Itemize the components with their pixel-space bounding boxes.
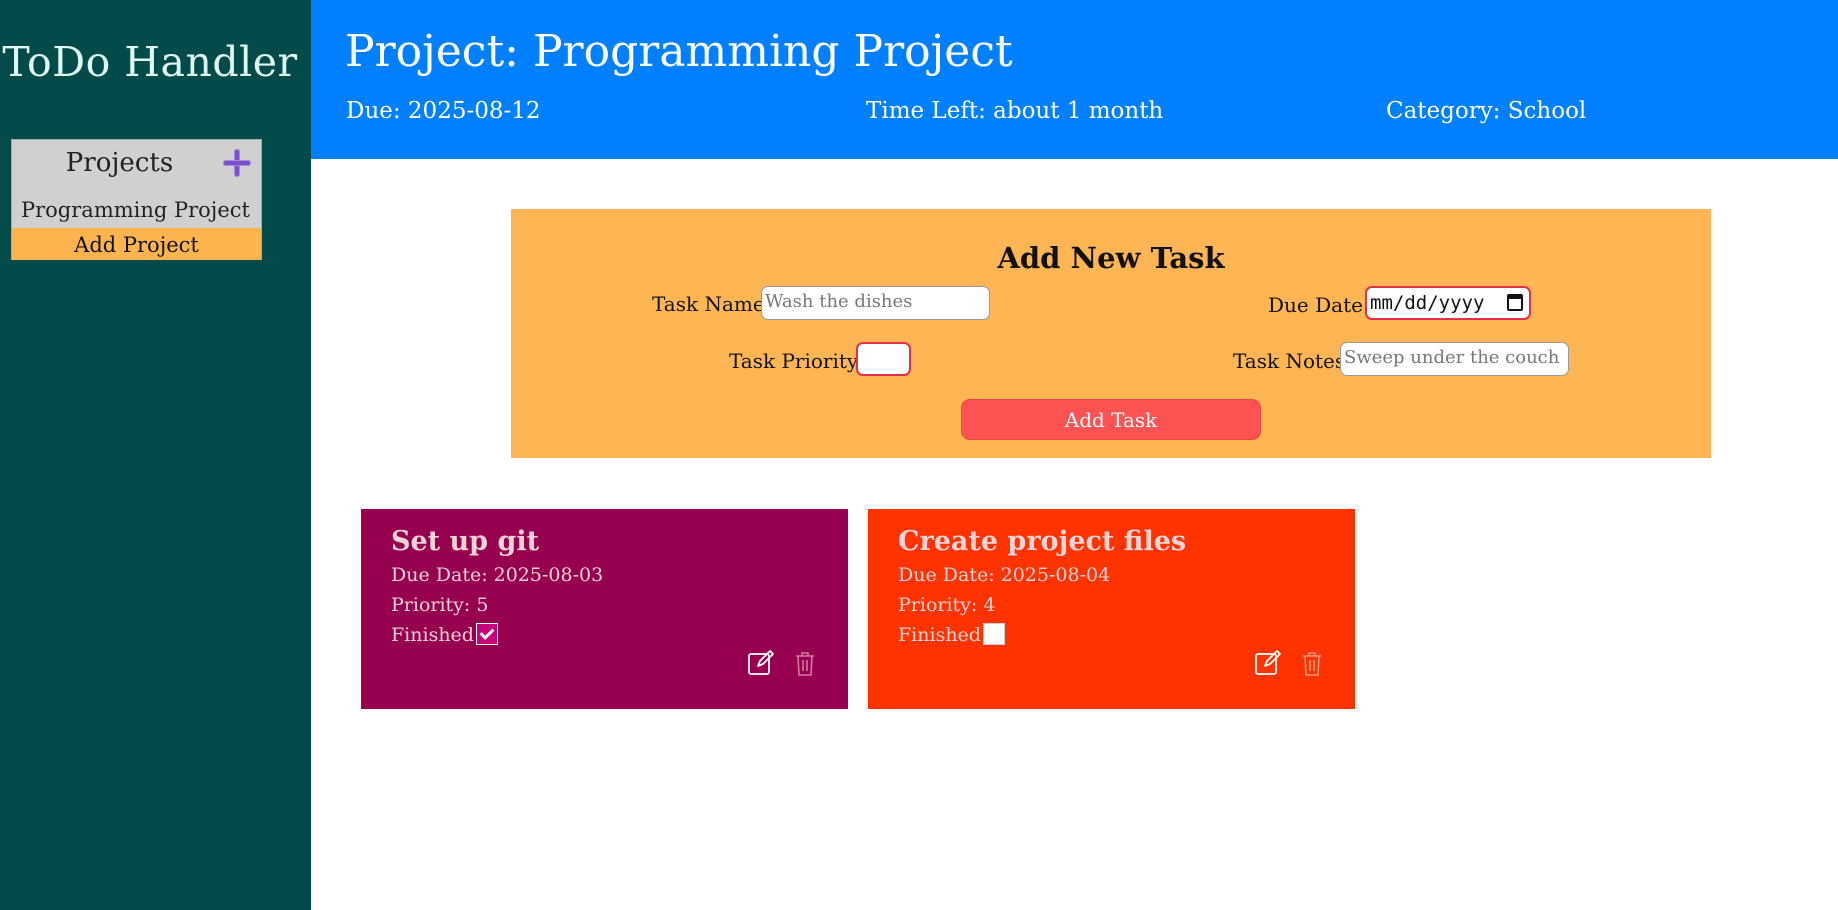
project-header: Project: Programming Project Due: 2025-0… <box>311 0 1838 159</box>
project-time-left: Time Left: about 1 month <box>866 98 1164 124</box>
task-name-input[interactable]: Wash the dishes <box>761 286 990 320</box>
task-priority-label: Task Priority: <box>729 349 865 373</box>
add-task-form: Add New Task Task Name: Wash the dishes … <box>511 209 1711 458</box>
calendar-icon[interactable] <box>1507 294 1523 311</box>
task-card: Create project files Due Date: 2025-08-0… <box>868 509 1355 709</box>
task-finished-label: Finished <box>898 624 981 646</box>
add-task-button[interactable]: Add Task <box>961 399 1261 440</box>
projects-panel: Projects Programming Project Add Project <box>11 139 262 260</box>
task-finished-checkbox[interactable] <box>476 623 498 645</box>
trash-icon[interactable] <box>790 648 820 678</box>
app-root: ToDo Handler Projects Programming Projec… <box>0 0 1838 910</box>
form-title: Add New Task <box>997 241 1225 275</box>
task-title: Create project files <box>898 526 1187 557</box>
checkmark-icon <box>479 625 495 640</box>
task-notes-label: Task Notes: <box>1233 349 1352 373</box>
task-due-date: Due Date: 2025-08-03 <box>391 564 604 586</box>
app-title: ToDo Handler <box>2 38 298 86</box>
projects-header: Projects <box>65 148 174 178</box>
project-due-date: Due: 2025-08-12 <box>346 98 541 124</box>
task-priority: Priority: 4 <box>898 594 996 616</box>
task-priority: Priority: 5 <box>391 594 489 616</box>
task-notes-input[interactable]: Sweep under the couch <box>1340 342 1569 376</box>
task-finished-checkbox[interactable] <box>983 623 1005 645</box>
task-title: Set up git <box>391 526 540 557</box>
project-category: Category: School <box>1386 98 1587 124</box>
sidebar: ToDo Handler Projects Programming Projec… <box>0 0 311 910</box>
due-date-placeholder: mm/dd/yyyy <box>1370 292 1485 314</box>
task-due-date: Due Date: 2025-08-04 <box>898 564 1111 586</box>
due-date-input[interactable]: mm/dd/yyyy <box>1365 286 1531 320</box>
edit-icon[interactable] <box>746 648 776 678</box>
project-item-programming-project[interactable]: Programming Project <box>12 194 261 226</box>
plus-icon[interactable] <box>222 148 252 178</box>
add-project-button[interactable]: Add Project <box>12 228 261 260</box>
trash-icon[interactable] <box>1297 648 1327 678</box>
task-finished-label: Finished <box>391 624 474 646</box>
page-title: Project: Programming Project <box>345 26 1013 77</box>
task-card: Set up git Due Date: 2025-08-03 Priority… <box>361 509 848 709</box>
edit-icon[interactable] <box>1253 648 1283 678</box>
due-date-label: Due Date: <box>1268 293 1370 317</box>
task-name-label: Task Name: <box>652 292 772 316</box>
task-priority-input[interactable] <box>856 342 911 376</box>
